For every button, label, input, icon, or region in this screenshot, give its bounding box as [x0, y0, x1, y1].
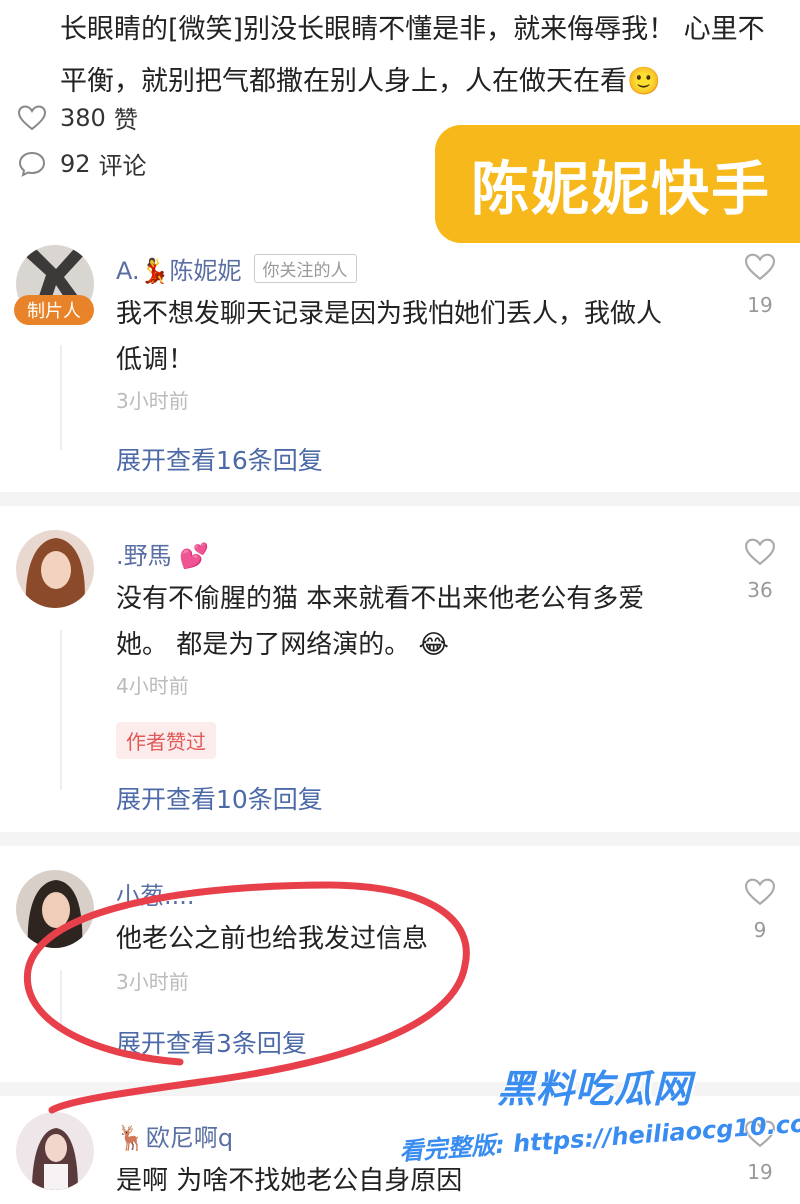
overlay-banner: 陈妮妮快手	[435, 125, 800, 243]
comment-bubble-icon	[18, 151, 46, 177]
comment-text: 我不想发聊天记录是因为我怕她们丢人，我做人 低调！	[116, 291, 716, 383]
post-text: 长眼睛的[微笑]别没长眼睛不懂是非，就来侮辱我！ 心里不 平衡，就别把气都撒在别…	[60, 4, 780, 108]
comment-username[interactable]: A.💃陈妮妮 你关注的人	[116, 251, 357, 286]
heart-icon	[744, 253, 776, 281]
comment-username[interactable]: .野馬 💕	[116, 536, 209, 571]
expand-replies-link[interactable]: 展开查看10条回复	[116, 780, 323, 816]
avatar-badge: 制片人	[14, 295, 94, 325]
comment-time: 3小时前	[116, 970, 189, 994]
thread-line	[60, 345, 62, 450]
divider	[0, 832, 800, 846]
username-text[interactable]: A.💃陈妮妮	[116, 251, 242, 286]
comment-username[interactable]: 小葱....	[116, 876, 195, 911]
comment-text-line: 她。 都是为了网络演的。 😂	[116, 630, 449, 660]
comment-label: 评论	[98, 152, 147, 180]
post-text-line: 平衡，就别把气都撒在别人身上，人在做天在看🙂	[60, 66, 661, 97]
like-count: 380	[60, 103, 106, 132]
watermark-brand: 黑料吃瓜网	[497, 1067, 693, 1111]
comment-text: 没有不偷腥的猫 本来就看不出来他老公有多爱 她。 都是为了网络演的。 😂	[116, 576, 716, 668]
comment-username[interactable]: 🦌欧尼啊q	[116, 1118, 233, 1153]
comment-like-button[interactable]: 19	[738, 253, 782, 317]
heart-icon	[744, 878, 776, 906]
comment-text-line: 低调！	[116, 345, 195, 375]
comment-text-line: 他老公之前也给我发过信息	[116, 924, 429, 954]
post-text-line: 长眼睛的[微笑]别没长眼睛不懂是非，就来侮辱我！ 心里不	[60, 14, 765, 45]
thread-line	[60, 630, 62, 790]
divider	[0, 492, 800, 506]
comment-text: 他老公之前也给我发过信息	[116, 916, 716, 962]
expand-replies-link[interactable]: 展开查看16条回复	[116, 441, 323, 477]
comment-time: 3小时前	[116, 389, 189, 413]
comment-like-button[interactable]: 9	[738, 878, 782, 942]
comment-time: 4小时前	[116, 674, 189, 698]
avatar[interactable]	[16, 530, 94, 608]
comment-text-line: 我不想发聊天记录是因为我怕她们丢人，我做人	[116, 299, 663, 329]
avatar-image	[16, 870, 94, 948]
thread-line	[60, 970, 62, 1030]
comment-like-count: 19	[747, 1160, 773, 1184]
comment-like-count: 19	[747, 293, 773, 317]
avatar[interactable]	[16, 870, 94, 948]
comment-count: 92	[60, 149, 91, 178]
author-liked-badge: 作者赞过	[116, 722, 216, 759]
following-tag: 你关注的人	[253, 254, 357, 283]
avatar-image	[16, 1112, 94, 1190]
like-stat[interactable]: 380 赞	[18, 100, 138, 135]
like-label: 赞	[113, 106, 138, 134]
heart-icon	[18, 104, 46, 130]
comment-text-line: 没有不偷腥的猫 本来就看不出来他老公有多爱	[116, 584, 645, 614]
avatar[interactable]	[16, 1112, 94, 1190]
comment-stat[interactable]: 92 评论	[18, 146, 147, 181]
expand-replies-link[interactable]: 展开查看3条回复	[116, 1024, 307, 1060]
comment-like-count: 36	[747, 578, 773, 602]
avatar-image	[16, 530, 94, 608]
comment-like-count: 9	[753, 918, 767, 942]
heart-icon	[744, 538, 776, 566]
comment-like-button[interactable]: 36	[738, 538, 782, 602]
